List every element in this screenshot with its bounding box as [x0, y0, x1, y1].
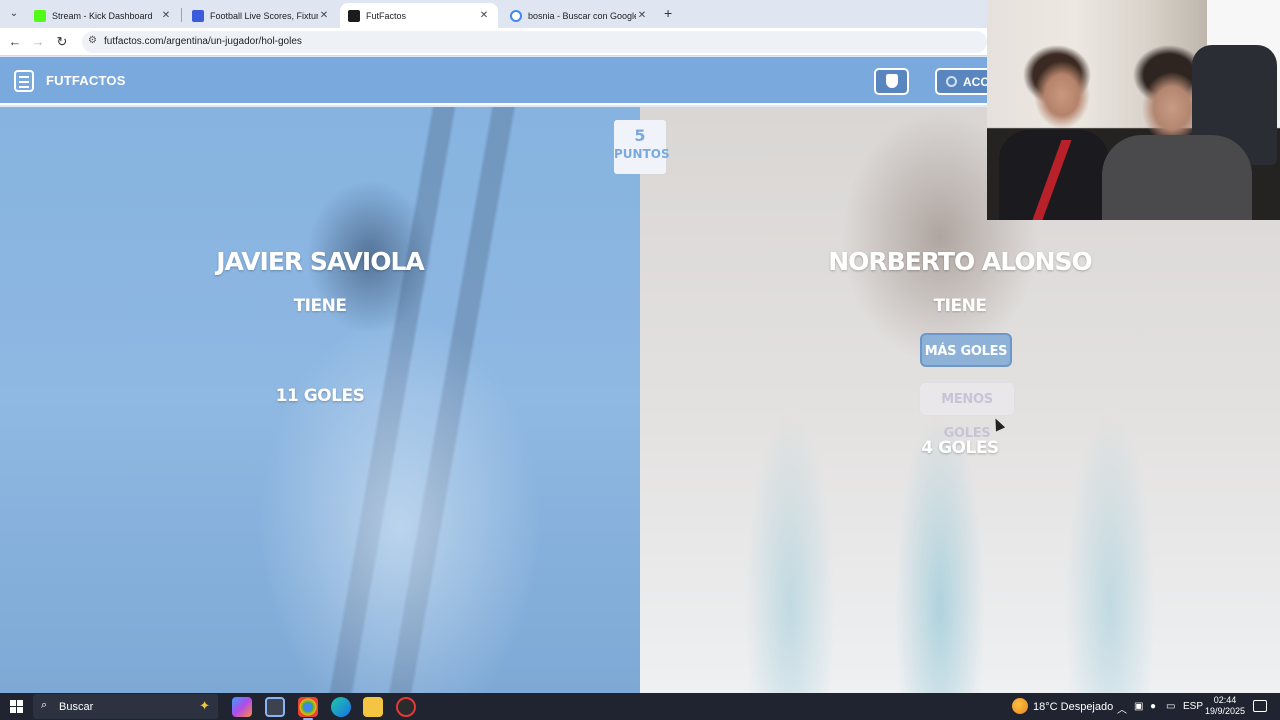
url-text[interactable]: futfactos.com/argentina/un-jugador/hol-g… — [104, 36, 302, 47]
webcam-person-right — [1102, 135, 1252, 220]
taskbar-search-box[interactable]: ⌕ Buscar ✦ — [33, 694, 218, 719]
left-player-name: JAVIER SAVIOLA — [216, 247, 424, 276]
user-icon — [946, 76, 957, 87]
tray-app-icon[interactable]: ▣ — [1134, 701, 1143, 712]
weather-icon[interactable] — [1012, 698, 1028, 714]
livescore-favicon-icon — [192, 9, 204, 22]
search-icon: ⌕ — [41, 699, 48, 711]
taskbar-search-placeholder: Buscar — [59, 701, 94, 713]
chrome-app-icon[interactable] — [298, 697, 318, 720]
tab-title: bosnia - Buscar con Google — [528, 10, 636, 21]
left-player-tiene: TIENE — [293, 296, 347, 316]
webcam-overlay — [987, 0, 1280, 220]
more-goals-button[interactable]: MÁS GOLES — [920, 333, 1012, 367]
store-app-icon[interactable] — [265, 697, 285, 717]
close-tab-icon[interactable]: ✕ — [318, 10, 330, 21]
kick-favicon-icon — [34, 9, 46, 22]
right-player-name: NORBERTO ALONSO — [828, 247, 1093, 276]
score-label: PUNTOS — [614, 147, 670, 161]
fewer-goals-button[interactable]: MENOS GOLES — [919, 382, 1015, 441]
tab-title: Football Live Scores, Fixtures & — [210, 10, 318, 21]
obs-app-icon[interactable] — [396, 697, 416, 717]
site-logo-text[interactable]: FUTFACTOS — [46, 73, 126, 88]
futfactos-favicon-icon — [348, 9, 360, 22]
copilot-app-icon[interactable] — [232, 697, 252, 717]
tray-chevron-icon[interactable]: ︿ — [1117, 701, 1127, 716]
clock-time: 02:44 — [1213, 695, 1237, 705]
score-value: 5 — [634, 126, 646, 145]
weather-text[interactable]: 18°C Despejado — [1033, 701, 1113, 713]
windows-start-icon[interactable] — [10, 700, 23, 713]
futfactos-logo-icon[interactable] — [14, 70, 34, 92]
new-tab-plus-icon[interactable]: + — [664, 5, 672, 21]
clock-date: 19/9/2025 — [1204, 706, 1246, 716]
browser-tab-kick[interactable]: Stream - Kick Dashboard ✕ — [26, 3, 180, 28]
close-tab-icon[interactable]: ✕ — [636, 10, 648, 21]
left-player-panel: JAVIER SAVIOLA TIENE 11 GOLES — [0, 107, 640, 693]
back-arrow-icon[interactable]: ← — [6, 33, 24, 51]
score-box: 5 PUNTOS — [614, 120, 670, 174]
file-explorer-icon[interactable] — [363, 697, 383, 717]
tab-separator — [181, 8, 182, 22]
browser-tab-google-search[interactable]: bosnia - Buscar con Google ✕ — [502, 3, 656, 28]
close-tab-icon[interactable]: ✕ — [478, 10, 490, 21]
reload-icon[interactable]: ↻ — [53, 33, 71, 51]
site-settings-icon[interactable]: ⚙ — [88, 35, 97, 46]
notifications-icon[interactable] — [1253, 700, 1267, 712]
network-icon[interactable]: ▭ — [1166, 701, 1175, 712]
tab-title: Stream - Kick Dashboard — [52, 10, 153, 21]
forward-arrow-icon[interactable]: → — [29, 33, 47, 51]
tab-title: FutFactos — [366, 10, 407, 21]
taskbar-clock[interactable]: 02:44 19/9/2025 — [1200, 695, 1250, 717]
left-player-goals: 11 GOLES — [275, 386, 365, 406]
microphone-icon[interactable]: ● — [1150, 701, 1156, 712]
webcam-person-left — [999, 130, 1109, 220]
google-favicon-icon — [510, 9, 522, 22]
right-player-goals: 4 GOLES — [921, 438, 999, 458]
right-player-tiene: TIENE — [933, 296, 987, 316]
edge-app-icon[interactable] — [331, 697, 351, 717]
browser-tab-futfactos[interactable]: FutFactos ✕ — [340, 3, 498, 28]
windows-taskbar: ⌕ Buscar ✦ 18°C Despejado ︿ ▣ ● ▭ ESP 02… — [0, 693, 1280, 720]
browser-tab-football-scores[interactable]: Football Live Scores, Fixtures & ✕ — [184, 3, 338, 28]
close-tab-icon[interactable]: ✕ — [160, 10, 172, 21]
address-bar[interactable]: ⚙ futfactos.com/argentina/un-jugador/hol… — [82, 31, 987, 53]
copilot-sparkle-icon: ✦ — [199, 698, 210, 713]
tab-search-chevron-icon[interactable]: ⌄ — [6, 6, 22, 22]
shield-badge-button[interactable] — [874, 68, 909, 95]
